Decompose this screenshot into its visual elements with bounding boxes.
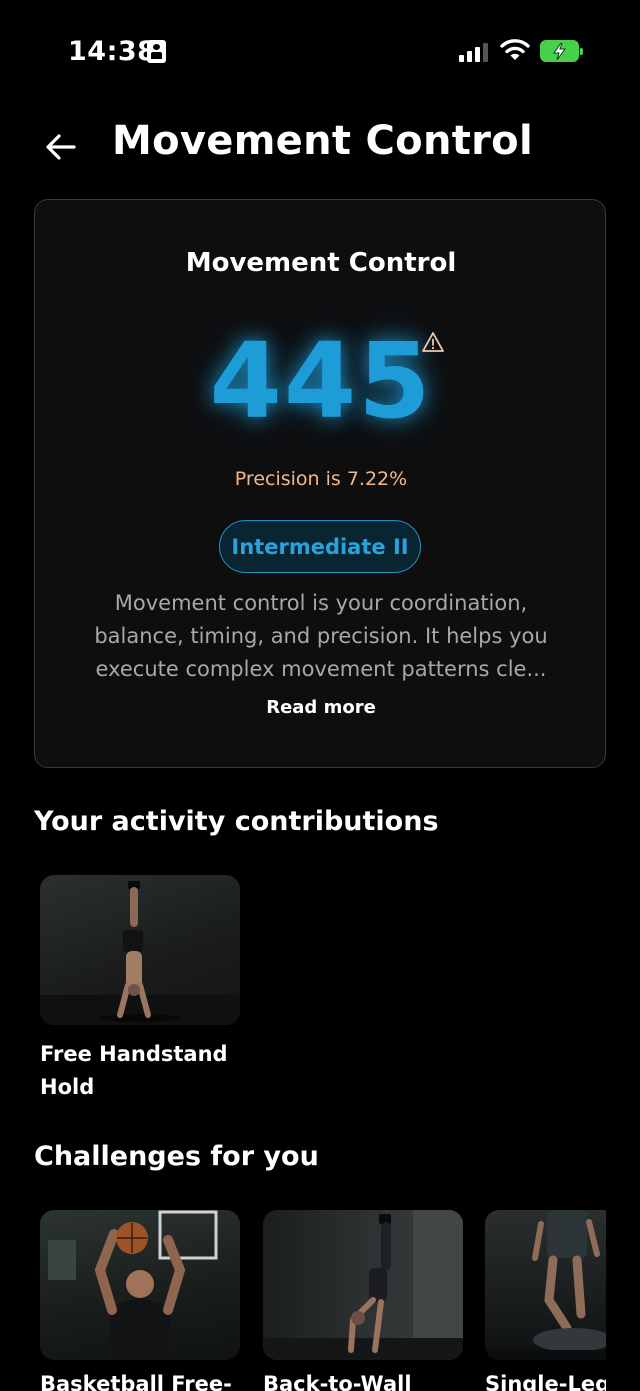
status-time: 14:38 — [68, 36, 157, 67]
score-card: Movement Control 445 Precision is 7.22% … — [34, 199, 606, 768]
activity-section-title: Your activity contributions — [34, 806, 439, 837]
precision-text: Precision is 7.22% — [234, 468, 408, 490]
challenge-label[interactable]: Basketball Free- — [40, 1372, 240, 1391]
challenge-label[interactable]: Single-Leg — [485, 1372, 606, 1391]
warning-triangle-icon[interactable] — [422, 331, 444, 353]
screen: 14:38 Movement Control Movement Control … — [0, 0, 640, 1391]
challenges-section-title: Challenges for you — [34, 1141, 319, 1172]
wifi-icon — [500, 39, 530, 60]
activity-label[interactable]: Free Handstand Hold — [40, 1038, 260, 1104]
status-bar: 14:38 — [0, 0, 640, 100]
description-text: Movement control is your coordination, b… — [94, 591, 548, 681]
id-card-icon — [147, 40, 166, 63]
read-more-link[interactable]: Read more — [35, 697, 607, 718]
score-value: 445 — [209, 320, 433, 442]
card-title: Movement Control — [185, 248, 457, 278]
wall-handstand-photo[interactable] — [263, 1210, 463, 1360]
cellular-signal-icon — [459, 42, 491, 62]
balance-photo[interactable] — [485, 1210, 606, 1360]
battery-charging-icon — [540, 40, 583, 62]
handstand-photo[interactable] — [40, 875, 240, 1025]
back-arrow-icon[interactable] — [44, 130, 78, 164]
challenge-label[interactable]: Back-to-Wall — [263, 1372, 463, 1391]
page-title: Movement Control — [112, 118, 533, 164]
basketball-photo[interactable] — [40, 1210, 240, 1360]
level-badge: Intermediate II — [219, 520, 421, 573]
